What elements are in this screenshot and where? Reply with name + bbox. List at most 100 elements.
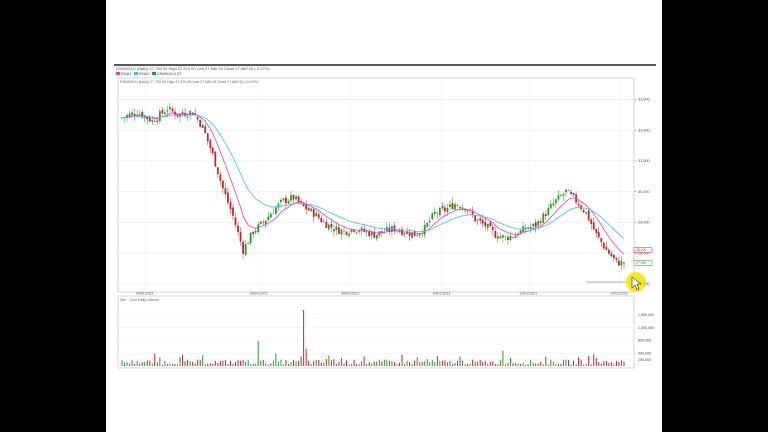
candle-body (587, 210, 590, 221)
candle-body (259, 221, 262, 225)
volume-bar (245, 361, 247, 366)
date-tick-label: 08/02/2021 (341, 292, 359, 296)
volume-bar (199, 359, 201, 366)
candle-body (613, 254, 615, 259)
volume-tick-label: 1,600,000 (638, 313, 654, 317)
candle-body (269, 213, 272, 218)
candle-body (560, 195, 562, 197)
candle-body (272, 213, 275, 214)
candle-body (514, 235, 517, 238)
candle-body (547, 207, 550, 216)
candle-body (408, 233, 411, 237)
date-tick-label: 10/01/2021 (432, 292, 450, 296)
volume-bar (391, 361, 393, 366)
candle-body (607, 249, 610, 254)
volume-bar (187, 359, 189, 366)
volume-bar (522, 362, 524, 366)
volume-bar (568, 360, 570, 366)
volume-bar (159, 357, 161, 366)
volume-bar (237, 360, 239, 366)
volume-bar (171, 364, 173, 366)
volume-bar (623, 361, 625, 366)
volume-bar (121, 360, 123, 366)
candle-body (312, 209, 315, 217)
candle-body (443, 207, 446, 212)
volume-bar (393, 362, 395, 366)
volume-bar (578, 357, 580, 366)
candle-body (567, 190, 570, 191)
volume-bar (520, 363, 522, 366)
volume-bar (565, 359, 567, 366)
volume-bar (509, 358, 511, 366)
volume-bar (151, 363, 153, 366)
price-pane-title: DSMNGUJ (Daily) 27,750.00 High 27,870.00… (120, 80, 258, 84)
volume-bar (325, 359, 327, 366)
volume-bar (242, 360, 244, 366)
date-tick-label: 06/01/2021 (250, 292, 268, 296)
volume-bar (214, 360, 216, 366)
candle-body (597, 232, 600, 238)
volume-bar (265, 363, 267, 366)
volume-bar (250, 364, 252, 366)
volume-bar (515, 363, 517, 366)
volume-bar (197, 359, 199, 366)
candle-body (156, 120, 159, 123)
chart-svg[interactable]: DSMNGUJ (Daily) 27,750.00 High 27,870.00… (106, 0, 662, 432)
candle-body (479, 218, 482, 221)
volume-bar (610, 362, 612, 366)
candle-body (456, 205, 459, 206)
volume-bar (431, 359, 433, 366)
volume-bar (401, 354, 403, 366)
volume-bar (351, 363, 353, 366)
candle-body (549, 204, 552, 208)
candle-body (320, 217, 323, 223)
volume-bar (290, 362, 292, 366)
price-tick-label: 33,000 (638, 98, 650, 102)
candle-body (297, 196, 300, 202)
candle-body (570, 191, 572, 194)
volume-bar (287, 363, 289, 366)
volume-bar (222, 360, 224, 366)
candle-body (451, 203, 454, 210)
volume-bar (298, 360, 300, 366)
candle-body (595, 228, 598, 233)
volume-bar (366, 363, 368, 366)
volume-bar (537, 363, 539, 366)
volume-bar (310, 364, 312, 366)
candle-body (537, 220, 540, 226)
volume-bar (383, 359, 385, 366)
volume-bar (462, 360, 464, 366)
candle-body (153, 121, 156, 122)
volume-bar (593, 354, 595, 366)
volume-bar (494, 364, 496, 366)
candle-body (211, 147, 214, 153)
candle-body (365, 231, 368, 233)
volume-bar (457, 360, 459, 366)
candle-body (449, 204, 451, 208)
volume-bar (507, 363, 509, 366)
candle-body (148, 117, 151, 122)
candle-body (502, 235, 504, 238)
volume-axis: 200,000 400,000 800,000 1,200,000 1,600,000 (638, 313, 654, 362)
candle-body (267, 216, 270, 221)
candle-body (300, 201, 303, 203)
legend-label-ema1: EMA1 (121, 72, 131, 76)
volume-tick-label: 400,000 (638, 352, 651, 356)
volume-bar (229, 360, 231, 366)
candle-body (403, 233, 406, 234)
candle-body (133, 114, 136, 116)
candle-body (582, 209, 585, 213)
price-tag-label: 28,100 (636, 248, 646, 252)
candle-body (423, 224, 426, 235)
volume-pane[interactable] (117, 295, 635, 369)
volume-bar (613, 364, 615, 366)
volume-bar (550, 359, 552, 366)
volume-bar (378, 359, 380, 366)
volume-bar (305, 348, 307, 366)
volume-bar (267, 364, 269, 366)
volume-bar (434, 362, 436, 366)
volume-bar (386, 359, 388, 366)
candle-body (459, 207, 461, 209)
candle-body (489, 222, 492, 227)
candle-body (481, 219, 484, 224)
